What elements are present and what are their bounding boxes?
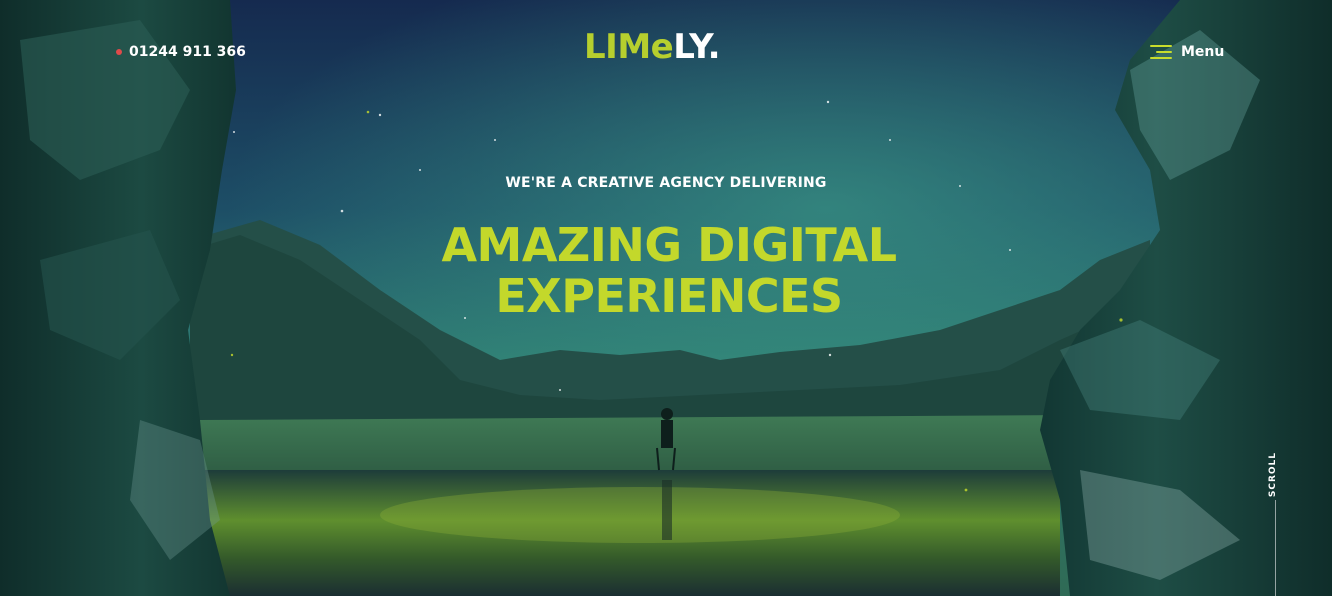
phone-link[interactable]: 01244 911 366 [116,44,246,60]
menu-button[interactable]: Menu [1150,44,1224,60]
logo-ly-text: LY. [673,27,720,67]
scroll-indicator[interactable]: SCROLL [1268,452,1278,497]
site-logo[interactable]: LIMeLY. [584,30,720,64]
headline-line-2: EXPERIENCES [495,269,843,323]
hero-headline: AMAZING DIGITAL EXPERIENCES [0,220,1332,322]
phone-number: 01244 911 366 [129,44,246,60]
phone-dot-icon [116,49,122,55]
hero-tagline: WE'RE A CREATIVE AGENCY DELIVERING [505,175,827,191]
logo-lime-text: LIMe [584,27,674,67]
headline-line-1: AMAZING DIGITAL [441,218,897,272]
menu-label: Menu [1181,44,1225,60]
hamburger-menu-icon [1150,44,1172,60]
scroll-line [1275,500,1276,596]
